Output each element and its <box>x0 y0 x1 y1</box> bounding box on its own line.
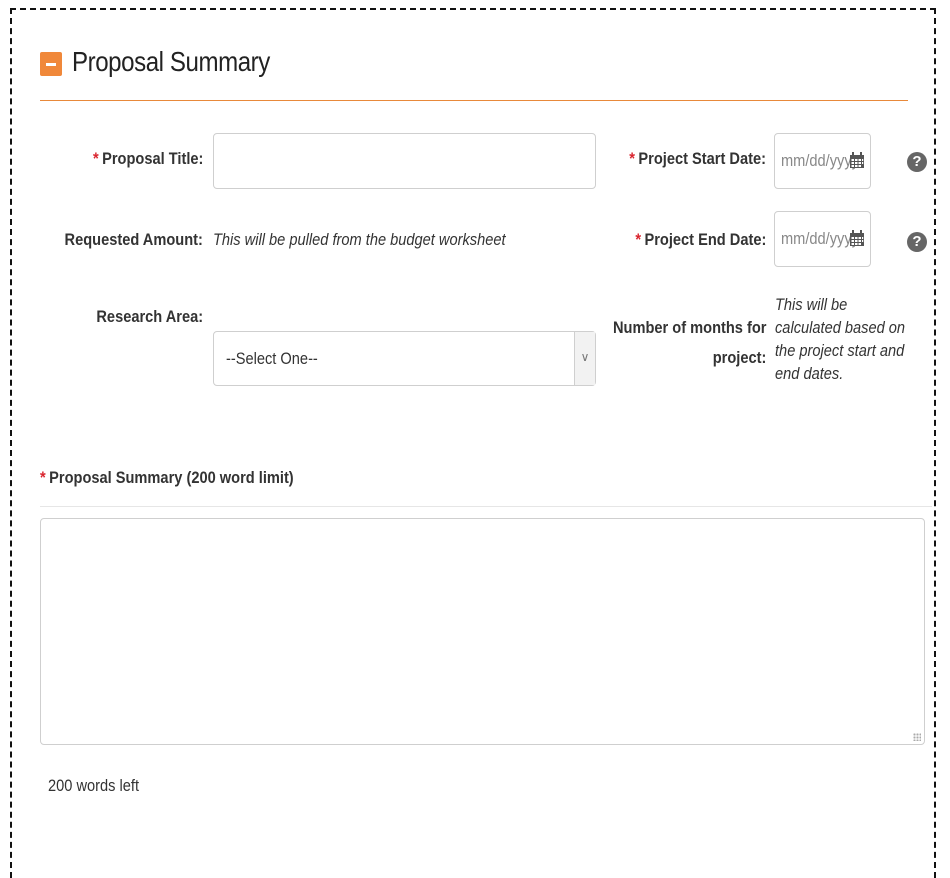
required-mark: * <box>92 149 99 168</box>
project-end-date-label: * Project End Date: <box>635 230 766 250</box>
requested-amount-note: This will be pulled from the budget work… <box>213 230 506 249</box>
required-mark: * <box>634 230 641 249</box>
collapse-icon[interactable] <box>40 52 62 76</box>
section-header: Proposal Summary <box>40 42 908 101</box>
project-start-date-placeholder: mm/dd/yyyy <box>781 151 859 170</box>
proposal-summary-textarea[interactable] <box>40 518 925 745</box>
resize-grip-icon[interactable] <box>913 733 921 741</box>
required-mark: * <box>629 149 635 168</box>
proposal-summary-label: * Proposal Summary (200 word limit) <box>40 468 294 488</box>
question-circle-icon[interactable]: ? <box>907 152 927 172</box>
section-title: Proposal Summary <box>72 46 270 77</box>
project-start-date-label: * Project Start Date: <box>629 149 766 169</box>
research-area-label: Research Area: <box>96 307 203 326</box>
project-start-date-input[interactable]: mm/dd/yyyy <box>774 133 871 189</box>
calendar-icon[interactable] <box>849 152 865 169</box>
months-note: This will be calculated based on the pro… <box>775 295 906 383</box>
words-left-counter: 200 words left <box>48 776 140 795</box>
project-end-date-label-text: Project End Date: <box>644 230 766 249</box>
research-area-select[interactable]: --Select One-- ∨ <box>213 331 596 386</box>
required-mark: * <box>40 468 46 487</box>
months-label-line2: project: <box>712 348 766 367</box>
proposal-title-input[interactable] <box>213 133 596 189</box>
project-end-date-input[interactable]: mm/dd/yyyy <box>774 211 871 267</box>
proposal-summary-label-text: Proposal Summary (200 word limit) <box>49 468 294 487</box>
project-end-date-placeholder: mm/dd/yyyy <box>781 229 859 248</box>
research-area-selected: --Select One-- <box>226 349 318 368</box>
proposal-title-label: * Proposal Title: <box>93 149 203 169</box>
project-start-date-label-text: Project Start Date: <box>638 149 766 168</box>
requested-amount-label: Requested Amount: <box>64 230 203 249</box>
proposal-title-label-text: Proposal Title: <box>101 149 203 168</box>
question-circle-icon[interactable]: ? <box>907 232 927 252</box>
divider <box>40 506 932 507</box>
chevron-down-icon: ∨ <box>574 332 595 385</box>
months-label-line1: Number of months for <box>612 318 766 337</box>
calendar-icon[interactable] <box>849 230 865 247</box>
